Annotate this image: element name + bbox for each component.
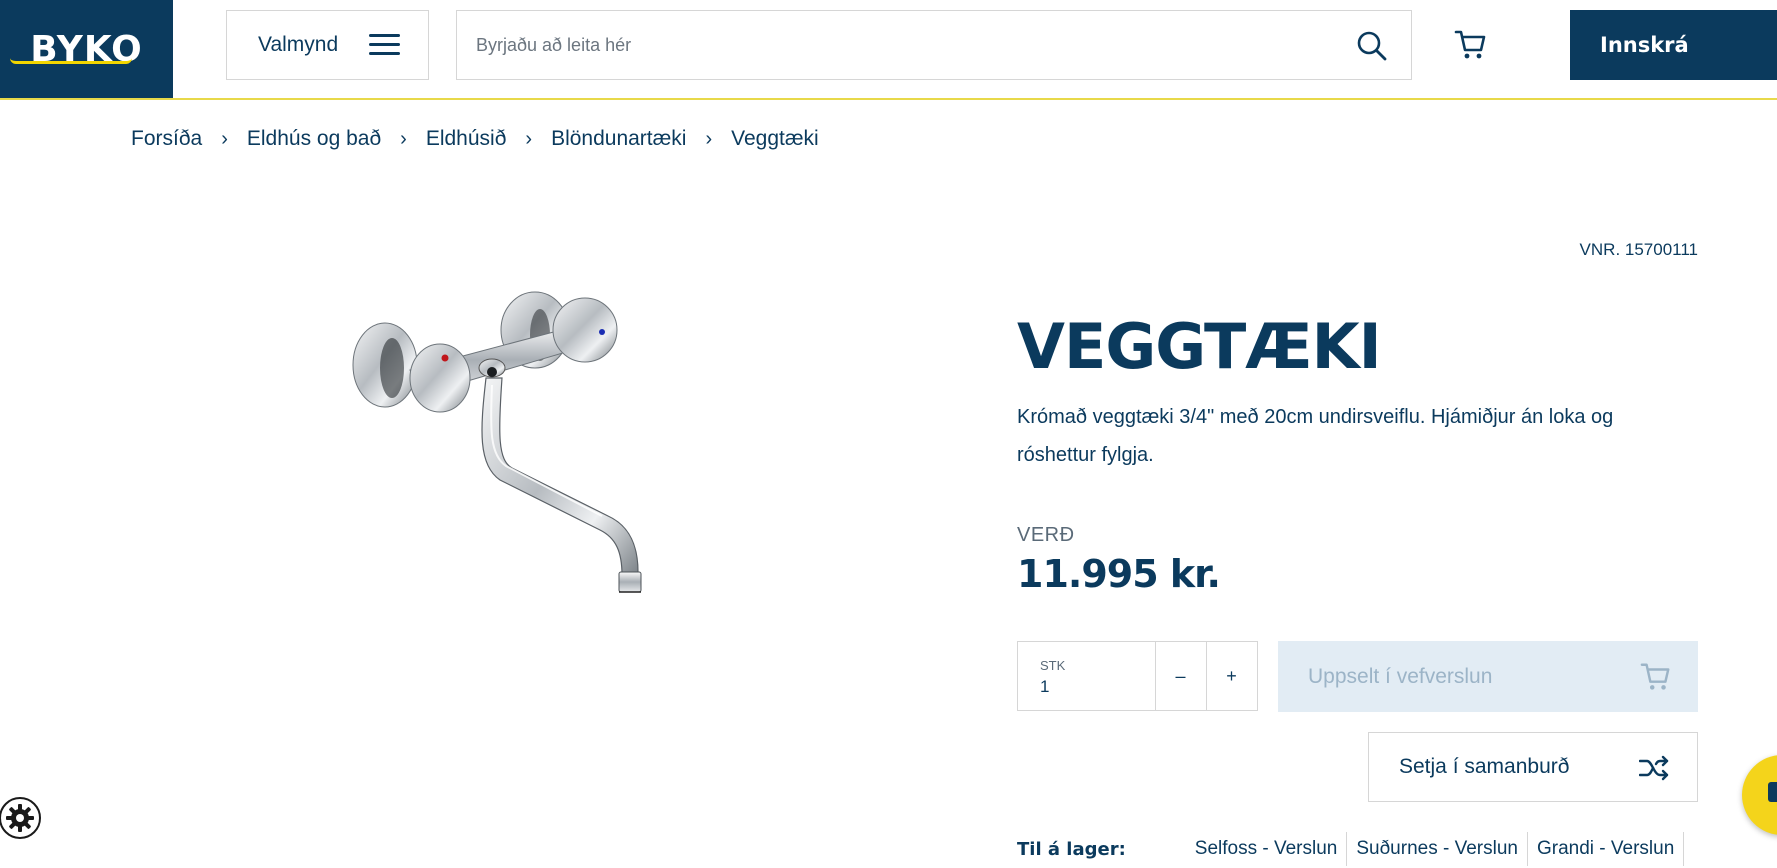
site-header: BYKO Valmynd Innskrá [0, 0, 1777, 100]
cart-icon [1640, 663, 1670, 690]
product-title: VEGGTÆKI [1017, 310, 1382, 383]
add-to-cart-label: Uppselt í vefverslun [1308, 664, 1493, 688]
stock-label: Til á lager: [1017, 838, 1126, 860]
chevron-right-icon: › [705, 127, 713, 150]
breadcrumb-item-home[interactable]: Forsíða [131, 127, 202, 151]
product-number: VNR. 15700111 [1579, 240, 1698, 259]
quantity-input[interactable]: 1 [1040, 677, 1049, 697]
price-label: VERÐ [1017, 524, 1075, 546]
logo-swoosh [10, 58, 132, 64]
cart-icon[interactable] [1454, 28, 1488, 62]
quantity-label: STK [1040, 658, 1066, 673]
search-input[interactable] [476, 34, 1336, 56]
compare-button[interactable]: Setja í samanburð [1368, 732, 1698, 802]
product-image[interactable] [340, 290, 680, 650]
chat-icon [1768, 782, 1777, 802]
breadcrumb-item-mixers[interactable]: Blöndunartæki [551, 127, 686, 151]
breadcrumb-item-kitchen-bath[interactable]: Eldhús og bað [247, 127, 381, 151]
store-sudurnes[interactable]: Suðurnes - Verslun [1347, 832, 1528, 866]
cookie-settings-button[interactable] [0, 797, 41, 839]
shuffle-icon [1639, 755, 1669, 781]
product-description: Krómað veggtæki 3/4" með 20cm undirsveif… [1017, 406, 1614, 466]
chevron-right-icon: › [221, 127, 228, 150]
quantity-stepper: STK 1 – + [1017, 641, 1258, 711]
compare-label: Setja í samanburð [1399, 755, 1570, 778]
search-bar [456, 10, 1412, 80]
byko-logo[interactable]: BYKO [0, 0, 173, 98]
breadcrumb-item-kitchen[interactable]: Eldhúsið [426, 127, 507, 151]
breadcrumb: Forsíða › Eldhús og bað › Eldhúsið › Blö… [131, 127, 819, 151]
quantity-decrease-button[interactable]: – [1155, 642, 1205, 710]
stock-availability: Til á lager: Selfoss - Verslun Suðurnes … [1017, 832, 1685, 866]
menu-button[interactable]: Valmynd [226, 10, 429, 80]
chevron-right-icon: › [525, 127, 533, 150]
add-to-cart-button[interactable]: Uppselt í vefverslun [1278, 641, 1698, 712]
hamburger-icon [369, 34, 400, 56]
login-button[interactable]: Innskrá [1570, 10, 1777, 80]
store-grandi[interactable]: Grandi - Verslun [1528, 832, 1685, 866]
menu-label: Valmynd [258, 33, 339, 56]
chevron-right-icon: › [400, 127, 407, 150]
gear-icon [6, 804, 34, 832]
quantity-increase-button[interactable]: + [1206, 642, 1256, 710]
breadcrumb-item-current[interactable]: Veggtæki [731, 127, 819, 151]
search-icon[interactable] [1356, 30, 1388, 62]
product-price: 11.995 kr. [1017, 552, 1221, 596]
chat-button[interactable] [1742, 755, 1777, 835]
store-selfoss[interactable]: Selfoss - Verslun [1186, 832, 1348, 866]
